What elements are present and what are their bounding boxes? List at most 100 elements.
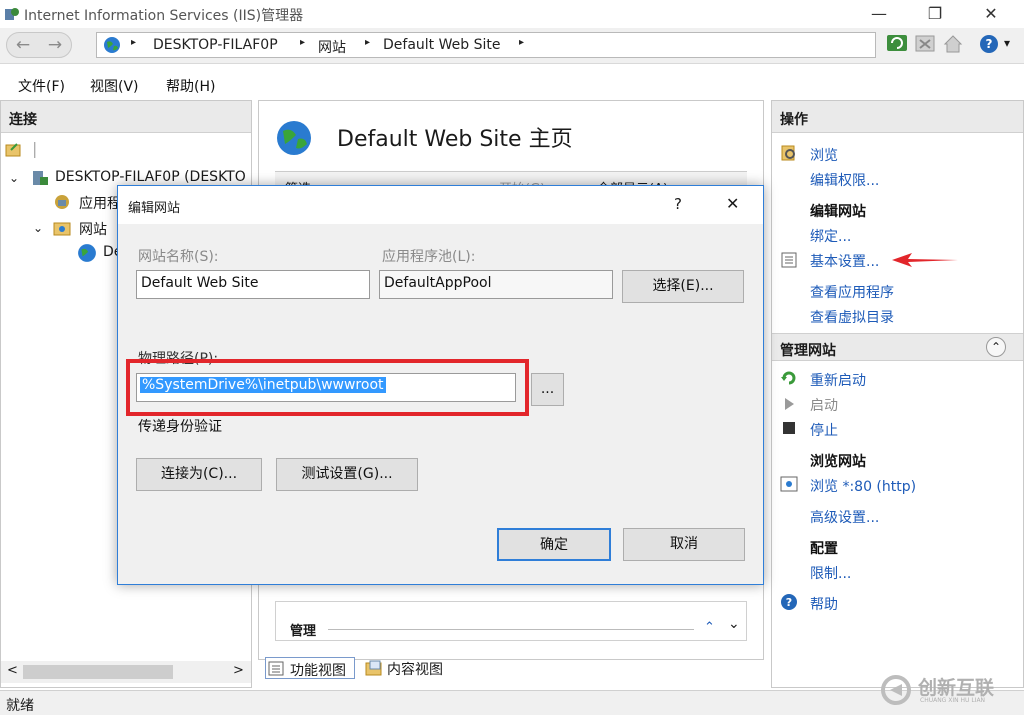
action-edit-permissions[interactable]: 编辑权限... <box>810 170 879 190</box>
scroll-down-icon[interactable]: ⌄ <box>728 616 740 632</box>
scroll-thumb[interactable] <box>23 665 173 679</box>
forward-button[interactable]: → <box>40 34 70 56</box>
page-title: Default Web Site 主页 <box>337 127 573 152</box>
tab-content-view[interactable]: 内容视图 <box>363 657 459 679</box>
actions-pane: 操作 浏览 编辑权限... 编辑网站 绑定... 基本设置... 查看应用程序 … <box>771 100 1024 688</box>
red-arrow-annotation-icon <box>892 253 958 267</box>
minimize-button[interactable]: — <box>856 2 902 26</box>
configure-header: 配置 <box>810 541 838 557</box>
action-start[interactable]: 启动 <box>810 395 838 415</box>
breadcrumb-separator-icon: ▸ <box>519 37 525 48</box>
globe-icon <box>104 37 120 53</box>
collapse-icon[interactable]: ⌃ <box>704 620 715 635</box>
breadcrumb-separator-icon: ▸ <box>131 37 137 48</box>
tab-content-label: 内容视图 <box>387 662 443 678</box>
dialog-title: 编辑网站 <box>128 201 181 216</box>
tree-sites-node[interactable]: 网站 <box>79 219 107 239</box>
logo-icon <box>881 675 911 705</box>
sites-folder-icon <box>53 222 71 236</box>
edit-site-header: 编辑网站 <box>810 204 866 220</box>
maximize-button[interactable]: ❐ <box>912 2 958 26</box>
site-name-label: 网站名称(S): <box>138 249 219 265</box>
help-icon[interactable]: ? <box>978 33 1000 55</box>
new-connection-icon[interactable] <box>5 141 23 159</box>
stop-icon <box>783 422 795 434</box>
test-settings-button[interactable]: 测试设置(G)... <box>276 458 418 491</box>
restart-icon <box>781 371 796 385</box>
collapse-icon[interactable]: ⌃ <box>986 337 1006 357</box>
features-view-icon <box>268 661 284 676</box>
red-highlight-box <box>126 359 529 416</box>
back-button[interactable]: ← <box>8 34 38 56</box>
action-view-applications[interactable]: 查看应用程序 <box>810 282 894 302</box>
pass-through-label: 传递身份验证 <box>138 419 222 435</box>
status-text: 就绪 <box>6 698 34 714</box>
action-advanced-settings[interactable]: 高级设置... <box>810 507 879 527</box>
cancel-button[interactable]: 取消 <box>623 528 745 561</box>
menu-view[interactable]: 视图(V) <box>90 76 139 96</box>
actions-header: 操作 <box>772 101 1023 133</box>
expand-icon[interactable]: ⌄ <box>9 171 19 185</box>
close-button[interactable]: ✕ <box>968 2 1014 26</box>
dialog-title-bar: 编辑网站 ? ✕ <box>118 186 763 224</box>
tree-app-pools-node[interactable]: 应用程 <box>79 193 121 213</box>
tab-features-label: 功能视图 <box>290 663 346 679</box>
breadcrumb-site[interactable]: Default Web Site <box>383 37 500 53</box>
action-bindings[interactable]: 绑定... <box>810 226 851 246</box>
site-name-field[interactable]: Default Web Site <box>136 270 370 299</box>
address-box[interactable]: ▸ DESKTOP-FILAF0P ▸ 网站 ▸ Default Web Sit… <box>96 32 876 58</box>
server-icon <box>33 171 48 185</box>
section-manage-label: 管理 <box>290 624 317 639</box>
select-app-pool-button[interactable]: 选择(E)... <box>622 270 744 303</box>
scroll-right-icon[interactable]: > <box>233 663 244 678</box>
start-icon <box>785 398 794 410</box>
app-pool-label: 应用程序池(L): <box>382 249 476 265</box>
breadcrumb-separator-icon: ▸ <box>300 37 306 48</box>
breadcrumb-sites[interactable]: 网站 <box>318 37 346 57</box>
logo-subtext: CHUANG XIN HU LIAN <box>920 697 986 704</box>
scroll-left-icon[interactable]: < <box>7 663 18 678</box>
window-title: Internet Information Services (IIS)管理器 <box>24 8 304 24</box>
stop-icon[interactable] <box>914 33 936 55</box>
horizontal-scrollbar[interactable]: < > <box>1 661 251 683</box>
action-browse-http[interactable]: 浏览 *:80 (http) <box>810 476 916 496</box>
action-help[interactable]: 帮助 <box>810 594 838 614</box>
tree-server-node[interactable]: DESKTOP-FILAF0P (DESKTO <box>55 169 246 185</box>
menu-file[interactable]: 文件(F) <box>18 76 65 96</box>
browse-http-icon <box>780 476 798 492</box>
browse-icon <box>781 145 795 161</box>
connect-as-button[interactable]: 连接为(C)... <box>136 458 262 491</box>
menu-help[interactable]: 帮助(H) <box>166 76 215 96</box>
logo-text: 创新互联 <box>918 677 995 699</box>
breadcrumb-separator-icon: ▸ <box>365 37 371 48</box>
app-pool-icon <box>55 195 69 209</box>
action-limits[interactable]: 限制... <box>810 563 851 583</box>
svg-text:?: ? <box>986 37 993 51</box>
menu-bar: 文件(F) 视图(V) 帮助(H) <box>0 70 1024 98</box>
action-basic-settings[interactable]: 基本设置... <box>810 251 879 271</box>
action-restart[interactable]: 重新启动 <box>810 370 866 390</box>
basic-settings-icon <box>781 252 797 268</box>
globe-icon <box>277 121 311 155</box>
title-bar: Internet Information Services (IIS)管理器 —… <box>0 0 1024 28</box>
manage-site-header: 管理网站 <box>780 343 836 359</box>
dialog-close-button[interactable]: ✕ <box>726 194 739 213</box>
manage-site-header-bar: 管理网站 ⌃ <box>772 333 1023 361</box>
address-toolbar: ← → ▸ DESKTOP-FILAF0P ▸ 网站 ▸ Default Web… <box>0 28 1024 64</box>
action-view-virtual-dirs[interactable]: 查看虚拟目录 <box>810 307 894 327</box>
ok-button[interactable]: 确定 <box>497 528 611 561</box>
section-manage: 管理 ⌃ ⌄ <box>275 601 747 641</box>
help-dropdown-icon[interactable]: ▾ <box>1004 36 1010 50</box>
tab-features-view[interactable]: 功能视图 <box>265 657 355 679</box>
home-icon[interactable] <box>942 33 964 55</box>
refresh-icon[interactable] <box>886 33 908 55</box>
app-pool-field[interactable]: DefaultAppPool <box>379 270 613 299</box>
expand-icon[interactable]: ⌄ <box>33 221 43 235</box>
action-stop[interactable]: 停止 <box>810 420 838 440</box>
breadcrumb-server[interactable]: DESKTOP-FILAF0P <box>153 37 278 53</box>
dialog-help-button[interactable]: ? <box>674 195 682 213</box>
svg-text:?: ? <box>786 596 792 609</box>
browse-path-button[interactable]: ... <box>531 373 564 406</box>
action-browse[interactable]: 浏览 <box>810 145 838 165</box>
connections-header: 连接 <box>1 101 251 133</box>
